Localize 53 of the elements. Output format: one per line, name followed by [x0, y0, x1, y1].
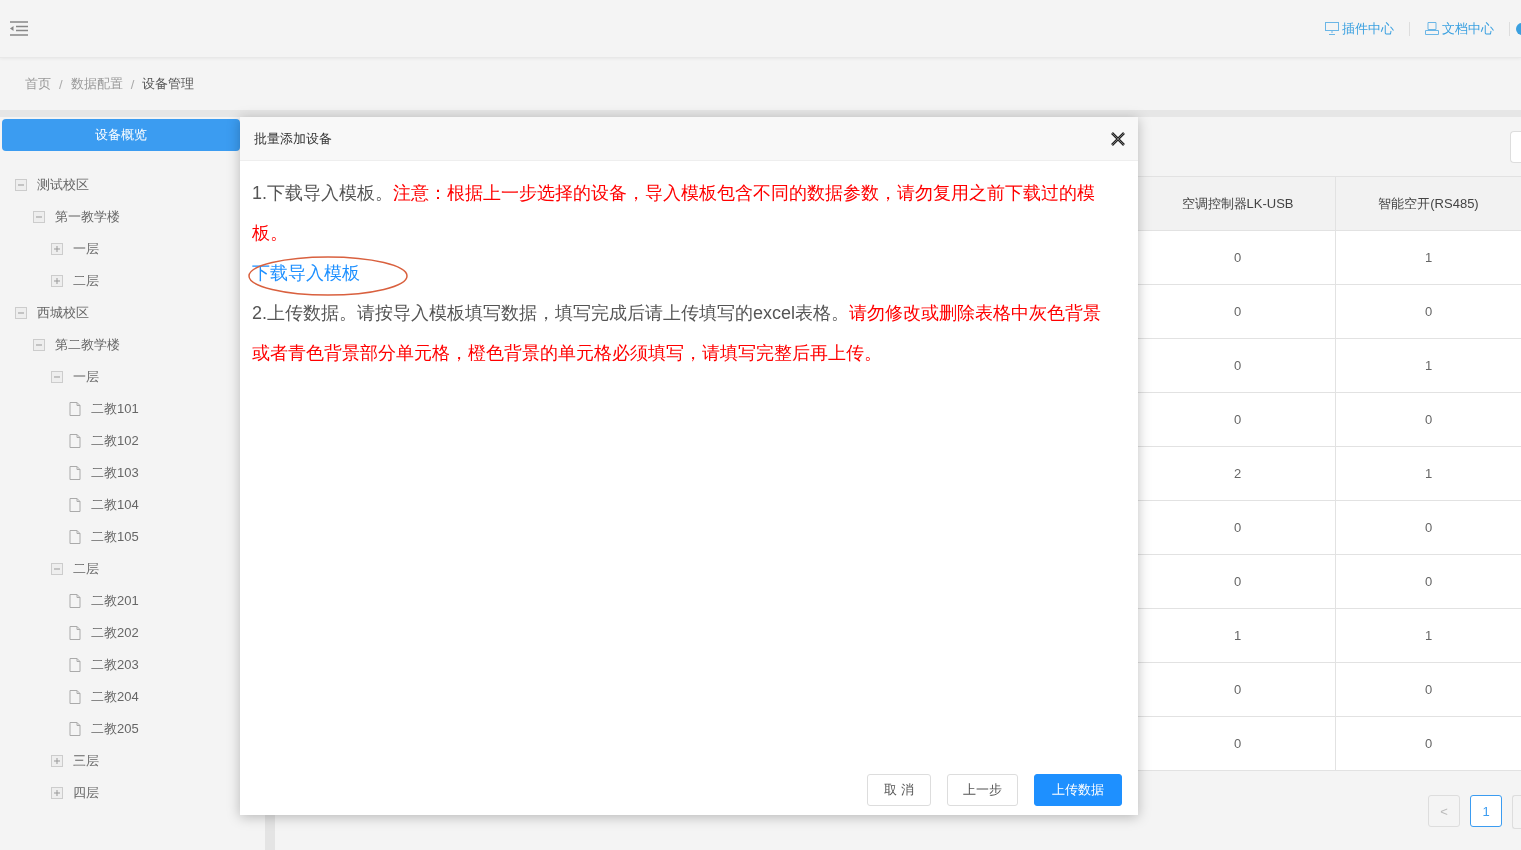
tree-item[interactable]: 一层 — [73, 368, 99, 386]
tree-item[interactable]: 二教102 — [91, 432, 139, 450]
tree-item[interactable]: 二教204 — [91, 688, 139, 706]
tree-item[interactable]: 西城校区 — [37, 304, 89, 322]
tree-item[interactable]: 第一教学楼 — [55, 208, 120, 226]
table-cell: 0 — [1140, 501, 1335, 555]
table-cell: 0 — [1140, 393, 1335, 447]
table-cell: 0 — [1335, 393, 1521, 447]
table-cell: 0 — [1140, 663, 1335, 717]
tree-item[interactable]: 三层 — [73, 752, 99, 770]
tree-item[interactable]: 二教101 — [91, 400, 139, 418]
table-cell: 0 — [1335, 663, 1521, 717]
table-cell: 0 — [1140, 339, 1335, 393]
breadcrumb-link[interactable]: 设备管理 — [142, 75, 195, 93]
tree-item[interactable]: 二教201 — [91, 592, 139, 610]
tree-item[interactable]: 二教105 — [91, 528, 139, 546]
tree-item[interactable]: 第二教学楼 — [55, 336, 120, 354]
column-header: 空调控制器LK-USB — [1140, 176, 1335, 231]
breadcrumb-separator: / — [130, 76, 135, 92]
tree-item[interactable]: 二教205 — [91, 720, 139, 738]
tree-item[interactable]: 二层 — [73, 272, 99, 290]
tree-item[interactable]: 二教203 — [91, 656, 139, 674]
table-cell: 1 — [1335, 339, 1521, 393]
overview-button[interactable]: 设备概览 — [2, 119, 240, 151]
dialog-button[interactable]: 上一步 — [947, 774, 1018, 806]
table-cell: 1 — [1335, 231, 1521, 285]
breadcrumb-separator: / — [59, 76, 63, 92]
instruction-text: 1.下载导入模板。注意：根据上一步选择的设备，导入模板包含不同的数据参数，请勿复用之前下载过的模板。 — [252, 182, 1096, 245]
tree-item[interactable]: 二教104 — [91, 496, 139, 514]
tree-item[interactable]: 二层 — [73, 560, 99, 578]
tree-item[interactable]: 测试校区 — [37, 176, 89, 194]
table-cell: 0 — [1140, 285, 1335, 339]
table-cell: 0 — [1335, 717, 1521, 771]
table-cell: 0 — [1335, 555, 1521, 609]
table-cell: 0 — [1335, 285, 1521, 339]
tree-item[interactable]: 一层 — [73, 240, 99, 258]
table-cell: 0 — [1140, 555, 1335, 609]
tree-item[interactable]: 四层 — [73, 784, 99, 802]
table-cell: 0 — [1140, 231, 1335, 285]
table-cell: 0 — [1335, 501, 1521, 555]
dialog-title: 批量添加设备 — [254, 129, 332, 148]
upload-button[interactable]: 上传数据 — [1034, 774, 1122, 806]
column-header: 智能空开(RS485) — [1335, 176, 1521, 231]
instruction-text: 2.上传数据。请按导入模板填写数据，填写完成后请上传填写的excel表格。请勿修改或删除表格中灰色背景或者青色背景部分单元格，橙色背景的单元格必须填写，请填写完整后再上传。 — [252, 302, 1103, 365]
table-cell: 0 — [1140, 717, 1335, 771]
table-cell: 1 — [1335, 609, 1521, 663]
table-cell: 1 — [1335, 447, 1521, 501]
dialog-button[interactable]: 取 消 — [867, 774, 931, 806]
pagination-button[interactable]: 1 — [1470, 795, 1502, 827]
table-cell: 1 — [1140, 609, 1335, 663]
tree-item[interactable]: 二教202 — [91, 624, 139, 642]
table-cell: 2 — [1140, 447, 1335, 501]
tree-item[interactable]: 二教103 — [91, 464, 139, 482]
